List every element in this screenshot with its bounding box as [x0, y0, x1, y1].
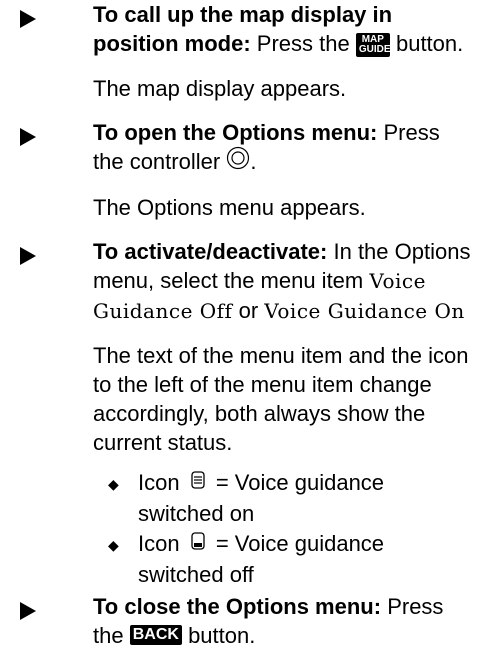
controller-icon [226, 146, 250, 177]
bullet-voice-on: Icon = Voice guidance switched on [138, 468, 473, 528]
menu-item-voice-on: Voice Guidance On [264, 299, 465, 323]
step-activate: To activate/deactivate: In the Options m… [93, 239, 471, 323]
step-result: The text of the menu item and the icon t… [93, 343, 469, 455]
speaker-on-icon [190, 468, 206, 497]
step-arrow [20, 247, 36, 265]
bullet-voice-off: Icon = Voice guidance switched off [138, 529, 473, 589]
map-guide-button: MAP GUIDE [355, 33, 391, 58]
step-close-options: To close the Options menu: Press the BAC… [93, 592, 473, 650]
step-text: button. [188, 623, 256, 648]
step-arrow [20, 128, 36, 146]
back-button: BACK [129, 625, 182, 646]
step-map-display: To call up the map display in position m… [93, 0, 473, 58]
step-result: The Options menu appears. [93, 195, 366, 220]
step-open-options: To open the Options menu: Press the cont… [93, 118, 473, 179]
step-text: Press the [256, 31, 350, 56]
step-label: To open the Options menu: [93, 120, 378, 145]
step-label: To activate/deactivate: [93, 239, 328, 264]
step-arrow [20, 602, 36, 620]
speaker-off-icon [190, 529, 206, 558]
bullet-marker: ◆ [108, 537, 119, 553]
step-result: The map display appears. [93, 76, 347, 101]
step-arrow [20, 10, 36, 28]
step-label: To close the Options menu: [93, 594, 382, 619]
bullet-marker: ◆ [108, 476, 119, 492]
step-text: button. [395, 31, 464, 56]
